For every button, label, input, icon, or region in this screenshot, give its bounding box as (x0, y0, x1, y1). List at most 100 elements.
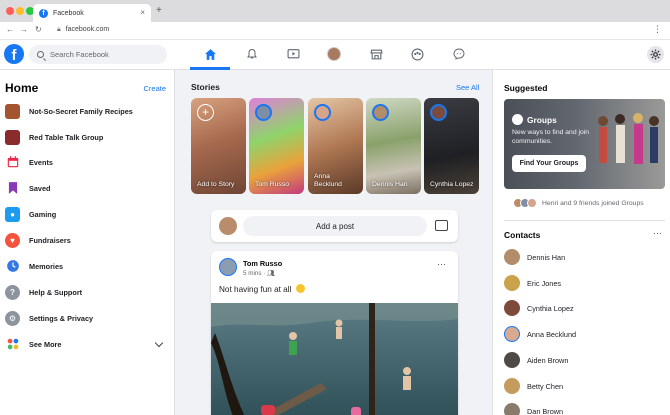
groups-icon[interactable] (410, 47, 424, 61)
sidebar-item-saved[interactable]: Saved (5, 178, 51, 198)
contact-item[interactable]: Anna Becklund (504, 325, 576, 343)
post-author[interactable]: Tom Russo (243, 259, 282, 268)
see-all-link[interactable]: See All (456, 83, 479, 92)
apps-icon (5, 336, 20, 352)
back-arrow-icon[interactable]: ← (6, 25, 14, 34)
home-icon[interactable] (203, 47, 217, 61)
contact-item[interactable]: Aiden Brown (504, 351, 568, 369)
avatar (219, 217, 237, 235)
avatar (504, 378, 520, 394)
question-icon: ? (5, 284, 20, 300)
address-bar-row: ← → ↻ 🔒︎ facebook.com ⋮ (0, 22, 670, 40)
sidebar-item-family-recipes[interactable]: Not-So-Secret Family Recipes (5, 101, 133, 121)
chevron-down-icon[interactable] (154, 338, 164, 348)
watch-icon[interactable] (286, 47, 300, 61)
right-sidebar: Suggested Groups New ways to find and jo… (492, 70, 670, 415)
post-photo[interactable] (211, 303, 458, 415)
contacts-title: Contacts (504, 230, 541, 240)
groups-description: New ways to find and join communities. (512, 129, 590, 145)
feed-post: Tom Russo 5 mins · 👥︎ ··· Not having fun… (211, 251, 458, 415)
new-tab-button[interactable]: + (156, 5, 162, 16)
photo-icon[interactable] (435, 220, 448, 231)
minimize-window-button[interactable] (16, 7, 24, 15)
sidebar-item-help-support[interactable]: ? Help & Support (5, 282, 82, 302)
story-label: Tom Russo (255, 181, 289, 188)
post-text: Not having fun at all (219, 284, 305, 294)
calendar-icon (5, 154, 20, 170)
story-card-tom-russo[interactable]: Tom Russo (249, 98, 304, 194)
settings-button[interactable] (647, 46, 664, 63)
contact-item[interactable]: Betty Chen (504, 377, 563, 395)
find-your-groups-button[interactable]: Find Your Groups (512, 155, 586, 172)
story-card-add[interactable]: + Add to Story (191, 98, 246, 194)
address-field[interactable]: 🔒︎ facebook.com (57, 26, 109, 34)
sidebar-item-label: Fundraisers (29, 235, 71, 245)
contact-item[interactable]: Cynthia Lopez (504, 299, 574, 317)
tab-title: Facebook (53, 9, 84, 17)
friend-avatars (513, 198, 537, 208)
sidebar-item-label: Settings & Privacy (29, 313, 94, 323)
story-card-anna-becklund[interactable]: Anna Becklund (308, 98, 363, 194)
sidebar-item-label: Events (29, 157, 53, 167)
groups-suggestion-card[interactable]: Groups New ways to find and join communi… (504, 99, 665, 189)
search-placeholder: Search Facebook (50, 50, 109, 59)
sidebar-item-memories[interactable]: Memories (5, 256, 63, 276)
clock-icon (5, 258, 20, 274)
lock-icon: 🔒︎ (57, 26, 61, 33)
forward-arrow-icon[interactable]: → (20, 25, 28, 34)
suggested-title: Suggested (504, 83, 548, 93)
close-window-button[interactable] (6, 7, 14, 15)
avatar (504, 352, 520, 368)
browser-tab-bar: f Facebook × + (0, 0, 670, 22)
avatar (372, 104, 389, 121)
contacts-options-icon[interactable]: ··· (653, 228, 662, 238)
post-composer: Add a post (211, 210, 458, 242)
sidebar-item-gaming[interactable]: ● Gaming (5, 204, 56, 224)
sidebar-item-label: Saved (29, 183, 51, 193)
post-timestamp: 5 mins · 👥︎ (243, 270, 276, 277)
add-post-input[interactable]: Add a post (243, 216, 427, 236)
story-card-cynthia-lopez[interactable]: Cynthia Lopez (424, 98, 479, 194)
sidebar-item-see-more[interactable]: See More (5, 334, 61, 354)
post-options-icon[interactable]: ··· (437, 259, 446, 269)
avatar (504, 326, 520, 342)
avatar (504, 249, 520, 265)
story-label: Cynthia Lopez (430, 181, 474, 188)
contact-item[interactable]: Eric Jones (504, 274, 561, 292)
messenger-icon[interactable] (452, 47, 466, 61)
facebook-logo-icon[interactable]: f (4, 44, 24, 64)
left-sidebar: Home Create Not-So-Secret Family Recipes… (0, 70, 175, 415)
contact-item[interactable]: Dan Brown (504, 402, 563, 415)
sidebar-item-settings-privacy[interactable]: ⚙︎ Settings & Privacy (5, 308, 93, 328)
gear-icon (650, 49, 661, 60)
create-link[interactable]: Create (143, 84, 166, 93)
story-label: Dennis Han (372, 181, 408, 188)
friends-audience-icon: 👥︎ (267, 270, 276, 277)
active-tab-indicator (190, 67, 230, 70)
search-input[interactable]: Search Facebook (29, 45, 167, 64)
sidebar-item-fundraisers[interactable]: ♥ Fundraisers (5, 230, 71, 250)
grinning-emoji-icon (295, 284, 305, 293)
close-tab-icon[interactable]: × (140, 8, 145, 17)
divider (504, 220, 665, 221)
avatar (504, 403, 520, 415)
browser-menu-icon[interactable]: ⋮ (653, 24, 662, 35)
story-card-dennis-han[interactable]: Dennis Han (366, 98, 421, 194)
reload-icon[interactable]: ↻ (35, 25, 42, 34)
contact-item[interactable]: Dennis Han (504, 248, 565, 266)
bell-icon[interactable] (245, 47, 259, 61)
sidebar-item-red-table-talk[interactable]: Red Table Talk Group (5, 127, 103, 147)
avatar[interactable] (219, 258, 237, 276)
profile-icon[interactable] (327, 47, 341, 61)
marketplace-icon[interactable] (369, 47, 383, 61)
sidebar-item-label: Red Table Talk Group (29, 132, 104, 142)
sidebar-item-label: See More (29, 339, 62, 349)
group-photo-icon (5, 129, 20, 145)
gaming-icon: ● (5, 206, 20, 222)
sidebar-item-events[interactable]: Events (5, 152, 53, 172)
story-label: Anna Becklund (314, 173, 342, 188)
browser-tab[interactable]: f Facebook × (33, 4, 151, 22)
avatar (314, 104, 331, 121)
avatar (504, 300, 520, 316)
sidebar-item-label: Gaming (29, 209, 57, 219)
